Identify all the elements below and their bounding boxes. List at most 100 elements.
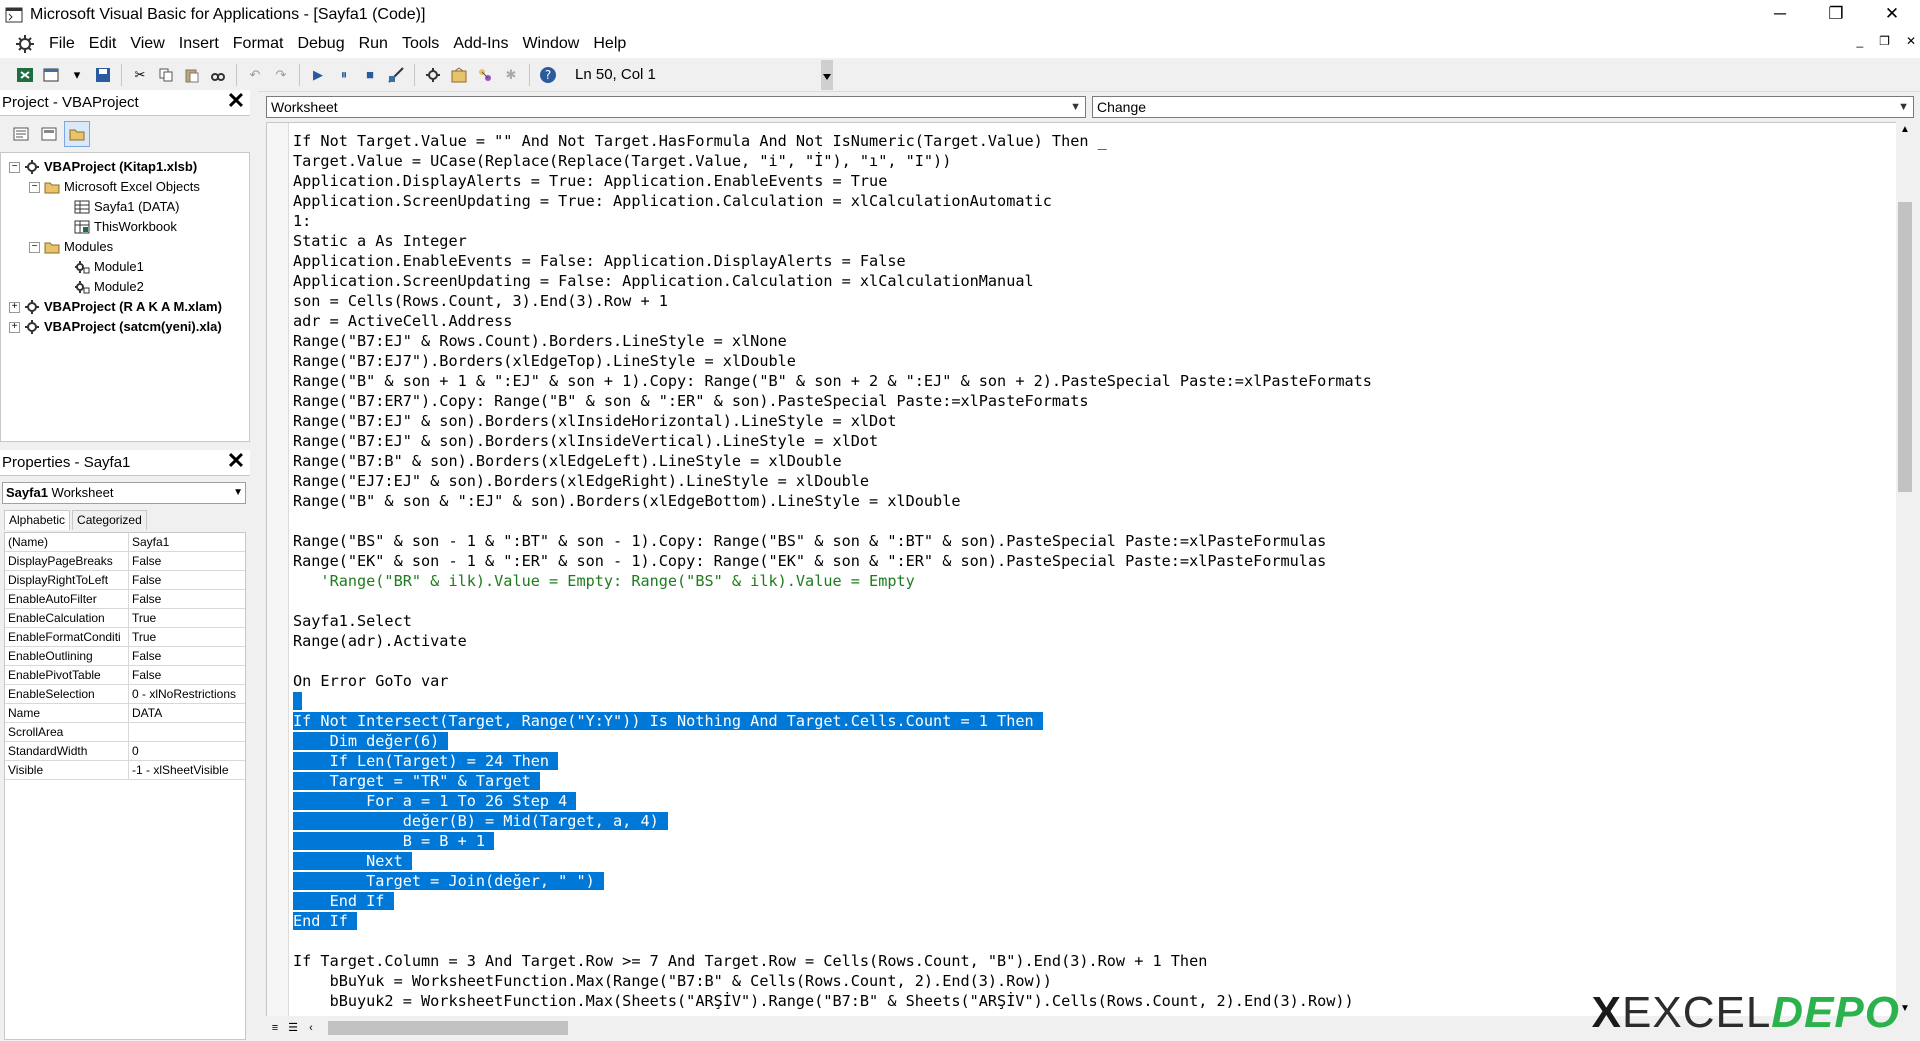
code-line[interactable]: Application.DisplayAlerts = True: Applic… <box>293 171 1372 191</box>
selected-code[interactable]: If Not Intersect(Target, Range("Y:Y")) I… <box>293 712 1043 730</box>
selected-code[interactable]: Dim değer(6) <box>293 732 449 750</box>
menu-help[interactable]: Help <box>586 30 633 58</box>
scroll-left-icon[interactable]: ‹ <box>302 1019 320 1037</box>
property-row[interactable]: EnableOutlining False <box>5 647 245 666</box>
project-explorer-icon[interactable] <box>422 64 444 86</box>
code-line[interactable]: If Not Target.Value = "" And Not Target.… <box>293 131 1372 151</box>
code-line[interactable] <box>293 511 1372 531</box>
code-line[interactable]: Next <box>293 851 1372 871</box>
code-line[interactable]: Application.EnableEvents = False: Applic… <box>293 251 1372 271</box>
code-line[interactable]: Static a As Integer <box>293 231 1372 251</box>
menu-edit[interactable]: Edit <box>82 30 124 58</box>
property-value[interactable]: -1 - xlSheetVisible <box>129 761 245 779</box>
code-editor[interactable]: If Not Target.Value = "" And Not Target.… <box>266 122 1896 1016</box>
code-lines[interactable]: If Not Target.Value = "" And Not Target.… <box>293 131 1372 1011</box>
selected-code[interactable]: End If <box>293 912 358 930</box>
mdi-restore-button[interactable]: ❐ <box>1879 34 1890 48</box>
scroll-thumb[interactable] <box>1898 202 1912 492</box>
property-row[interactable]: ScrollArea <box>5 723 245 742</box>
toggle-folders-icon[interactable] <box>64 121 90 147</box>
menu-view[interactable]: View <box>123 30 171 58</box>
code-line[interactable]: Range("B" & son & ":EJ" & son).Borders(x… <box>293 491 1372 511</box>
property-value[interactable] <box>129 723 245 741</box>
window-splitter[interactable] <box>250 90 258 1041</box>
properties-window-icon[interactable] <box>448 64 470 86</box>
redo-icon[interactable]: ↷ <box>270 64 292 86</box>
property-row[interactable]: Name DATA <box>5 704 245 723</box>
collapse-icon[interactable]: − <box>9 161 20 173</box>
property-value[interactable]: False <box>129 590 245 608</box>
code-line[interactable]: Target = Join(değer, " ") <box>293 871 1372 891</box>
copy-icon[interactable] <box>155 64 177 86</box>
tree-item[interactable]: + VBAProject (satcm(yeni).xla) <box>9 317 222 337</box>
find-icon[interactable] <box>207 64 229 86</box>
code-line[interactable] <box>293 651 1372 671</box>
code-line[interactable] <box>293 591 1372 611</box>
property-value[interactable]: False <box>129 552 245 570</box>
scroll-down-icon[interactable]: ▼ <box>1900 1003 1910 1014</box>
collapse-icon[interactable]: − <box>29 241 40 253</box>
break-icon[interactable]: ⏸ <box>333 64 355 86</box>
selected-code[interactable]: Next <box>293 852 412 870</box>
tree-item[interactable]: − Microsoft Excel Objects <box>29 177 200 197</box>
property-row[interactable]: EnableSelection 0 - xlNoRestrictions <box>5 685 245 704</box>
property-value[interactable]: 0 <box>129 742 245 760</box>
tab-categorized[interactable]: Categorized <box>72 510 147 530</box>
view-code-icon[interactable] <box>8 121 34 147</box>
code-line[interactable]: Range("EJ7:EJ" & son).Borders(xlEdgeRigh… <box>293 471 1372 491</box>
property-value[interactable]: 0 - xlNoRestrictions <box>129 685 245 703</box>
toolbox-icon[interactable]: ✱ <box>500 64 522 86</box>
vba-menu-icon[interactable] <box>14 33 36 55</box>
property-value[interactable]: False <box>129 647 245 665</box>
selected-code[interactable] <box>293 692 303 710</box>
code-line[interactable]: Dim değer(6) <box>293 731 1372 751</box>
menu-tools[interactable]: Tools <box>395 30 446 58</box>
tree-item[interactable]: + VBAProject (R A K A M.xlam) <box>9 297 222 317</box>
selected-code[interactable]: For a = 1 To 26 Step 4 <box>293 792 577 810</box>
code-line[interactable]: Application.ScreenUpdating = False: Appl… <box>293 271 1372 291</box>
tree-item[interactable]: Module2 <box>59 277 144 297</box>
close-button[interactable]: ✕ <box>1864 0 1920 30</box>
code-line[interactable]: son = Cells(Rows.Count, 3).End(3).Row + … <box>293 291 1372 311</box>
menu-insert[interactable]: Insert <box>172 30 226 58</box>
procedure-combo[interactable]: Change ▼ <box>1092 96 1914 118</box>
code-line[interactable]: Range("EK" & son - 1 & ":ER" & son - 1).… <box>293 551 1372 571</box>
property-row[interactable]: DisplayRightToLeft False <box>5 571 245 590</box>
undo-icon[interactable]: ↶ <box>244 64 266 86</box>
code-line[interactable]: Application.ScreenUpdating = True: Appli… <box>293 191 1372 211</box>
code-line[interactable]: B = B + 1 <box>293 831 1372 851</box>
property-row[interactable]: EnableFormatConditi True <box>5 628 245 647</box>
property-value[interactable]: Sayfa1 <box>129 533 245 551</box>
code-line[interactable] <box>293 691 1372 711</box>
tab-alphabetic[interactable]: Alphabetic <box>4 510 71 530</box>
code-line[interactable]: Sayfa1.Select <box>293 611 1372 631</box>
code-line[interactable]: If Len(Target) = 24 Then <box>293 751 1372 771</box>
menu-debug[interactable]: Debug <box>290 30 351 58</box>
mdi-close-button[interactable]: ✕ <box>1906 34 1916 48</box>
code-line[interactable]: Range("B7:EJ" & son).Borders(xlInsideHor… <box>293 411 1372 431</box>
property-row[interactable]: Visible -1 - xlSheetVisible <box>5 761 245 780</box>
selected-code[interactable]: End If <box>293 892 394 910</box>
menu-format[interactable]: Format <box>226 30 291 58</box>
tree-item[interactable]: Sayfa1 (DATA) <box>59 197 179 217</box>
menu-file[interactable]: File <box>42 30 82 58</box>
reset-icon[interactable]: ■ <box>359 64 381 86</box>
code-line[interactable]: Range("B7:ER7").Copy: Range("B" & son & … <box>293 391 1372 411</box>
property-row[interactable]: EnablePivotTable False <box>5 666 245 685</box>
code-line[interactable]: adr = ActiveCell.Address <box>293 311 1372 331</box>
toolbar-options-icon[interactable] <box>821 59 833 90</box>
selected-code[interactable]: Target = "TR" & Target <box>293 772 540 790</box>
property-value[interactable]: False <box>129 571 245 589</box>
expand-icon[interactable]: + <box>9 301 20 313</box>
view-object-icon[interactable] <box>36 121 62 147</box>
selected-code[interactable]: değer(B) = Mid(Target, a, 4) <box>293 812 668 830</box>
code-line[interactable]: Range("BS" & son - 1 & ":BT" & son - 1).… <box>293 531 1372 551</box>
collapse-icon[interactable]: − <box>29 181 40 193</box>
code-line[interactable]: Range("B7:EJ" & son).Borders(xlInsideVer… <box>293 431 1372 451</box>
tree-item[interactable]: ThisWorkbook <box>59 217 177 237</box>
code-line[interactable]: If Target.Column = 3 And Target.Row >= 7… <box>293 951 1372 971</box>
property-row[interactable]: DisplayPageBreaks False <box>5 552 245 571</box>
run-icon[interactable]: ▶ <box>307 64 329 86</box>
code-line[interactable]: değer(B) = Mid(Target, a, 4) <box>293 811 1372 831</box>
save-icon[interactable] <box>92 64 114 86</box>
